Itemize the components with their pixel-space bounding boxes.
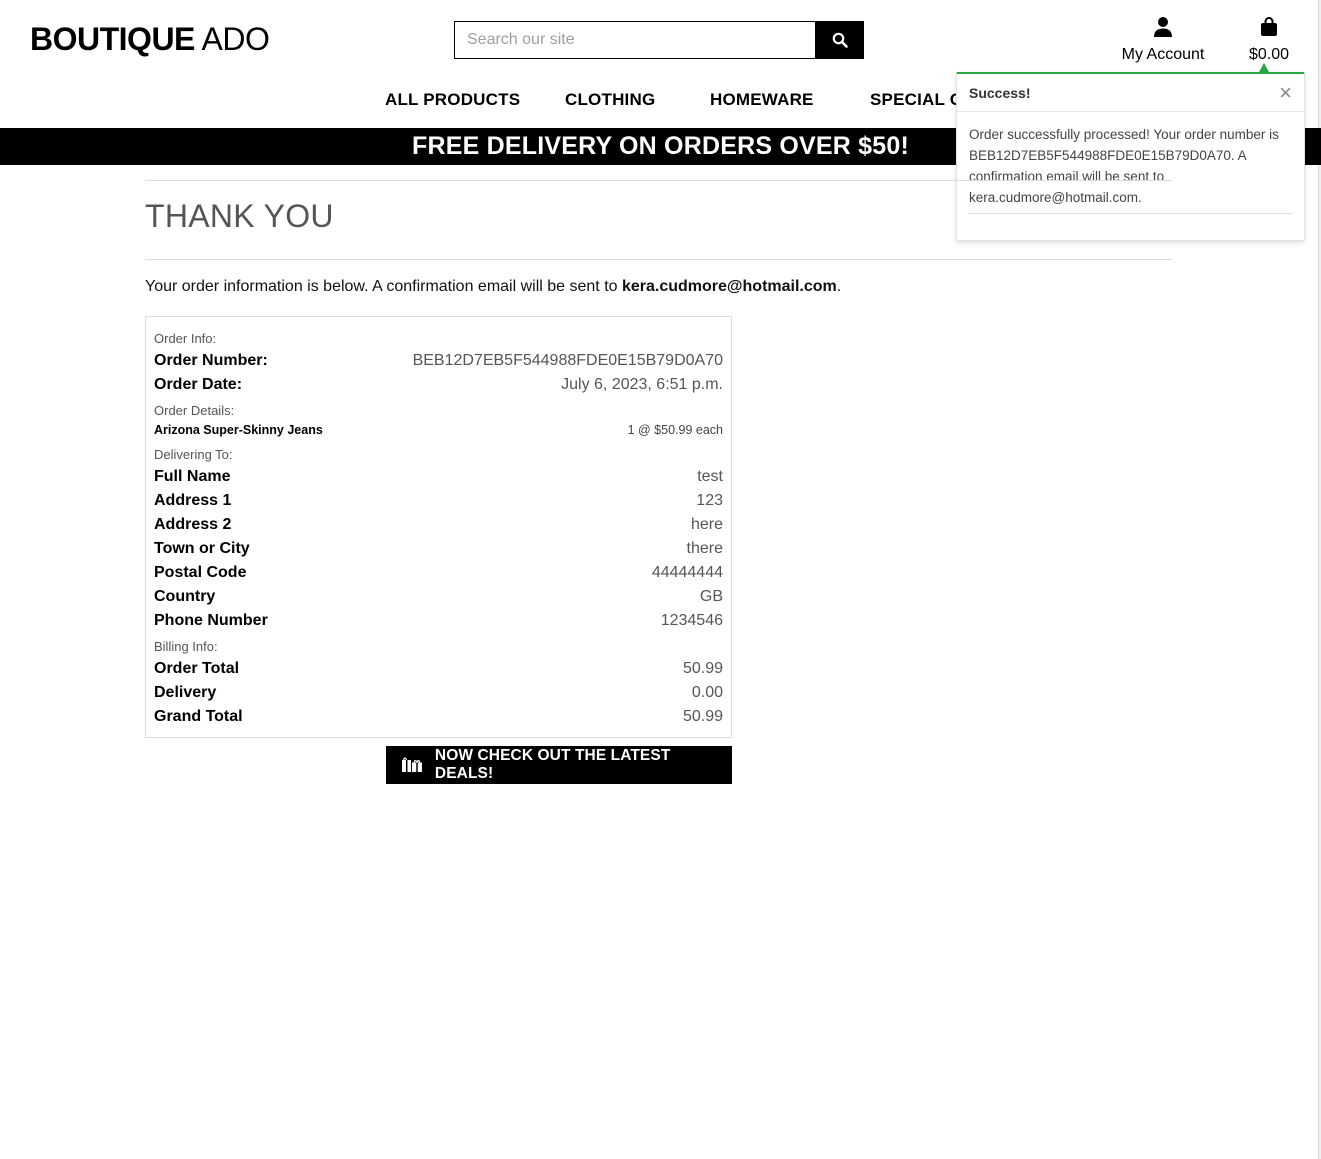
delivery-value: 0.00 bbox=[691, 684, 723, 701]
phone-value: 1234546 bbox=[660, 612, 723, 629]
success-toast: Success! × Order successfully processed!… bbox=[956, 72, 1305, 241]
grand-total-value: 50.99 bbox=[682, 708, 723, 725]
section-label: Billing Info: bbox=[154, 639, 218, 654]
intro-text: Your order information is below. A confi… bbox=[145, 278, 841, 296]
address2-value: here bbox=[690, 516, 723, 533]
intro-end: . bbox=[836, 278, 842, 295]
full-name-label: Full Name bbox=[154, 468, 231, 485]
town-value: there bbox=[686, 540, 723, 557]
toast-message: Order successfully processed! Your order… bbox=[969, 127, 1279, 205]
nav-clothing[interactable]: CLOTHING bbox=[565, 90, 655, 110]
phone-label: Phone Number bbox=[154, 612, 268, 629]
close-icon[interactable]: × bbox=[1279, 81, 1292, 104]
toast-arrow bbox=[1259, 63, 1269, 72]
item-name: Arizona Super-Skinny Jeans bbox=[154, 423, 323, 437]
latest-deals-button[interactable]: NOW CHECK OUT THE LATEST DEALS! bbox=[386, 746, 732, 784]
postal-code-label: Postal Code bbox=[154, 564, 247, 581]
grand-total-label: Grand Total bbox=[154, 708, 243, 725]
postal-code-value: 44444444 bbox=[651, 564, 723, 581]
address1-value: 123 bbox=[696, 492, 723, 509]
town-label: Town or City bbox=[154, 540, 250, 557]
country-value: GB bbox=[699, 588, 723, 605]
address1-label: Address 1 bbox=[154, 492, 232, 509]
intro-prefix: Your order information is below. A confi… bbox=[145, 278, 622, 295]
user-icon bbox=[1154, 17, 1172, 37]
order-number-label: Order Number: bbox=[154, 352, 268, 369]
my-account-label: My Account bbox=[1121, 46, 1205, 63]
order-total-label: Order Total bbox=[154, 660, 240, 677]
section-label: Order Info: bbox=[154, 331, 217, 346]
shopping-bag-link[interactable]: $0.00 bbox=[1238, 16, 1300, 64]
address2-label: Address 2 bbox=[154, 516, 232, 533]
bag-total: $0.00 bbox=[1248, 46, 1290, 63]
toast-title: Success! bbox=[969, 84, 1031, 101]
site-logo[interactable]: BOUTIQUE ADO bbox=[30, 21, 270, 58]
order-total-value: 50.99 bbox=[682, 660, 723, 677]
page-title: THANK YOU bbox=[145, 198, 334, 234]
search-icon bbox=[832, 32, 848, 48]
full-name-value: test bbox=[697, 468, 723, 485]
nav-homeware[interactable]: HOMEWARE bbox=[710, 90, 814, 110]
logo-bold-text: BOUTIQUE bbox=[30, 21, 195, 57]
my-account-link[interactable]: My Account bbox=[1115, 16, 1211, 64]
section-label: Delivering To: bbox=[154, 447, 233, 462]
search-form bbox=[454, 21, 864, 59]
divider bbox=[145, 259, 1173, 260]
latest-deals-label: NOW CHECK OUT THE LATEST DEALS! bbox=[434, 747, 671, 782]
search-input[interactable] bbox=[454, 21, 815, 59]
item-quantity-price: 1 @ $50.99 each bbox=[627, 423, 723, 437]
intro-email: kera.cudmore@hotmail.com bbox=[621, 278, 837, 295]
order-number-value: BEB12D7EB5F544988FDE0E15B79D0A70 bbox=[412, 352, 723, 369]
nav-all-products[interactable]: ALL PRODUCTS bbox=[385, 90, 520, 110]
logo-light-text: ADO bbox=[201, 21, 270, 57]
country-label: Country bbox=[154, 588, 216, 605]
section-label: Order Details: bbox=[154, 403, 235, 418]
delivery-label: Delivery bbox=[154, 684, 217, 701]
order-date-label: Order Date: bbox=[154, 376, 243, 393]
order-date-value: July 6, 2023, 6:51 p.m. bbox=[561, 376, 723, 393]
search-button[interactable] bbox=[815, 21, 864, 59]
order-summary-card: Order Info: Order Number: BEB12D7EB5F544… bbox=[145, 316, 732, 738]
toast-header: Success! × bbox=[957, 74, 1304, 112]
toast-divider bbox=[969, 213, 1292, 214]
shopping-bag-icon bbox=[1261, 17, 1277, 36]
gifts-icon bbox=[401, 757, 422, 772]
divider bbox=[145, 180, 1173, 181]
